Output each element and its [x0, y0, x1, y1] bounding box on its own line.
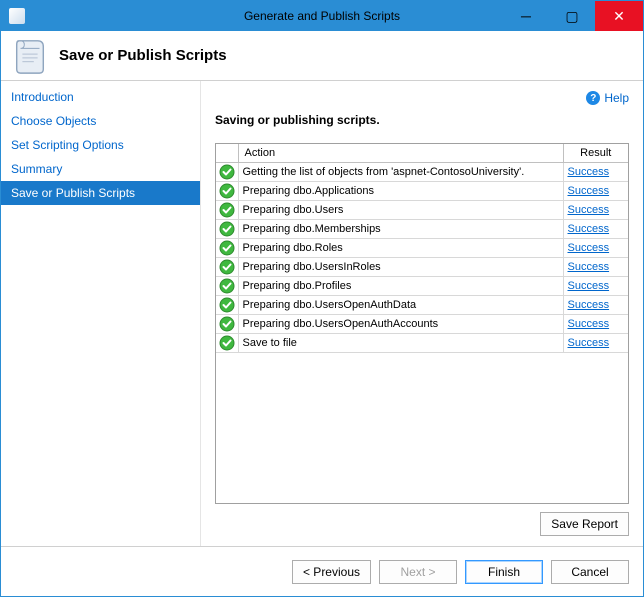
action-cell: Save to file [238, 334, 563, 353]
table-row: Preparing dbo.MembershipsSuccess [216, 220, 628, 239]
wizard-header: Save or Publish Scripts [1, 31, 643, 81]
page-title: Save or Publish Scripts [59, 47, 227, 64]
table-row: Preparing dbo.UsersInRolesSuccess [216, 258, 628, 277]
success-icon [216, 277, 238, 296]
result-cell[interactable]: Success [563, 258, 628, 277]
save-report-button[interactable]: Save Report [540, 512, 629, 536]
table-row: Preparing dbo.UsersOpenAuthDataSuccess [216, 296, 628, 315]
result-cell[interactable]: Success [563, 239, 628, 258]
table-row: Preparing dbo.UsersOpenAuthAccountsSucce… [216, 315, 628, 334]
action-cell: Preparing dbo.Roles [238, 239, 563, 258]
close-button[interactable]: ✕ [595, 1, 643, 31]
success-icon [216, 315, 238, 334]
result-cell[interactable]: Success [563, 277, 628, 296]
nav-item-choose-objects[interactable]: Choose Objects [1, 109, 200, 133]
success-icon [216, 334, 238, 353]
main-content: ? Help Saving or publishing scripts. Act… [201, 81, 643, 546]
action-cell: Getting the list of objects from 'aspnet… [238, 163, 563, 182]
scroll-icon [11, 37, 49, 75]
col-status [216, 144, 238, 163]
result-cell[interactable]: Success [563, 296, 628, 315]
table-row: Save to fileSuccess [216, 334, 628, 353]
success-icon [216, 239, 238, 258]
success-icon [216, 258, 238, 277]
result-cell[interactable]: Success [563, 315, 628, 334]
success-icon [216, 296, 238, 315]
success-icon [216, 163, 238, 182]
titlebar: Generate and Publish Scripts ─ ▢ ✕ [1, 1, 643, 31]
wizard-nav: IntroductionChoose ObjectsSet Scripting … [1, 81, 201, 546]
result-cell[interactable]: Success [563, 201, 628, 220]
wizard-footer: < Previous Next > Finish Cancel [1, 546, 643, 596]
action-cell: Preparing dbo.UsersOpenAuthAccounts [238, 315, 563, 334]
previous-button[interactable]: < Previous [292, 560, 371, 584]
result-cell[interactable]: Success [563, 220, 628, 239]
success-icon [216, 182, 238, 201]
action-cell: Preparing dbo.Memberships [238, 220, 563, 239]
col-action: Action [238, 144, 563, 163]
action-cell: Preparing dbo.Applications [238, 182, 563, 201]
action-cell: Preparing dbo.Users [238, 201, 563, 220]
minimize-button[interactable]: ─ [503, 1, 549, 31]
table-row: Getting the list of objects from 'aspnet… [216, 163, 628, 182]
progress-table: Action Result Getting the list of object… [215, 143, 629, 504]
section-title: Saving or publishing scripts. [215, 113, 629, 127]
action-cell: Preparing dbo.UsersOpenAuthData [238, 296, 563, 315]
nav-item-save-or-publish-scripts[interactable]: Save or Publish Scripts [1, 181, 200, 205]
result-cell[interactable]: Success [563, 182, 628, 201]
col-result: Result [563, 144, 628, 163]
table-row: Preparing dbo.UsersSuccess [216, 201, 628, 220]
nav-item-set-scripting-options[interactable]: Set Scripting Options [1, 133, 200, 157]
help-icon[interactable]: ? [586, 91, 600, 105]
result-cell[interactable]: Success [563, 334, 628, 353]
cancel-button[interactable]: Cancel [551, 560, 629, 584]
action-cell: Preparing dbo.UsersInRoles [238, 258, 563, 277]
help-link[interactable]: Help [604, 91, 629, 105]
action-cell: Preparing dbo.Profiles [238, 277, 563, 296]
window-title: Generate and Publish Scripts [244, 9, 400, 23]
finish-button[interactable]: Finish [465, 560, 543, 584]
table-row: Preparing dbo.RolesSuccess [216, 239, 628, 258]
app-icon [9, 8, 25, 24]
nav-item-summary[interactable]: Summary [1, 157, 200, 181]
success-icon [216, 220, 238, 239]
nav-item-introduction[interactable]: Introduction [1, 85, 200, 109]
window-controls: ─ ▢ ✕ [503, 1, 643, 31]
table-row: Preparing dbo.ApplicationsSuccess [216, 182, 628, 201]
next-button: Next > [379, 560, 457, 584]
maximize-button[interactable]: ▢ [549, 1, 595, 31]
table-row: Preparing dbo.ProfilesSuccess [216, 277, 628, 296]
result-cell[interactable]: Success [563, 163, 628, 182]
success-icon [216, 201, 238, 220]
